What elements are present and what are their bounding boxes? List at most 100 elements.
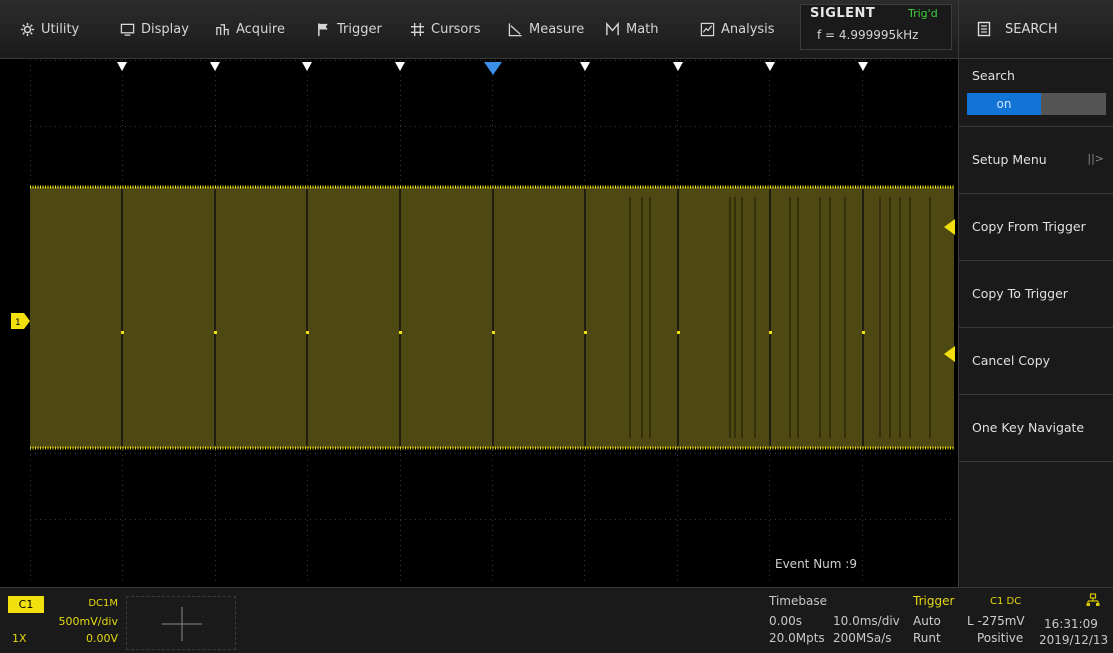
menu-analysis-label: Analysis	[721, 22, 775, 37]
trigger-box[interactable]: Trigger C1 DC Auto L -275mV Runt Positiv…	[910, 590, 1035, 652]
cancel-copy-button[interactable]: Cancel Copy	[959, 328, 1113, 395]
event-marker	[302, 62, 312, 71]
one-key-navigate-button[interactable]: One Key Navigate	[959, 395, 1113, 462]
ch1-coupling: DC1M	[88, 598, 118, 609]
event-marker	[580, 62, 590, 71]
menu-cursors-label: Cursors	[431, 22, 481, 37]
menu-acquire[interactable]: Acquire	[215, 0, 285, 59]
menu-trigger-label: Trigger	[337, 22, 382, 37]
ch1-probe: 1X	[12, 632, 27, 645]
search-event-markers	[117, 62, 868, 75]
memory-depth: 20.0Mpts	[769, 631, 825, 645]
copy-from-trigger-button[interactable]: Copy From Trigger	[959, 194, 1113, 261]
search-side-panel: SEARCH Search on Setup Menu ||> Copy Fro…	[958, 0, 1113, 587]
menu-bar: Utility Display Acquire Trigger Cursors …	[0, 0, 958, 59]
frequency-readout: f = 4.999995kHz	[817, 28, 919, 42]
ch1-badge: C1	[8, 596, 44, 613]
event-marker	[765, 62, 775, 71]
runt-pulse-dot	[214, 331, 217, 334]
runt-pulse-dot	[492, 331, 495, 334]
runt-pulse-dot	[306, 331, 309, 334]
runt-pulse-dot	[399, 331, 402, 334]
timebase-delay: 0.00s	[769, 614, 802, 628]
panel-header: SEARCH	[959, 0, 1113, 59]
trigger-title: Trigger	[913, 594, 955, 608]
menu-analysis[interactable]: Analysis	[700, 0, 775, 59]
search-toggle[interactable]: on	[967, 93, 1106, 115]
measure-icon	[508, 23, 522, 37]
gear-icon	[20, 22, 35, 37]
trace-envelope	[30, 187, 954, 448]
ch1-marker-text: 1	[15, 318, 21, 328]
menu-display[interactable]: Display	[120, 0, 189, 59]
event-marker	[858, 62, 868, 71]
timebase-box[interactable]: Timebase 0.00s 10.0ms/div 20.0Mpts 200MS…	[765, 590, 910, 652]
clock-box: 16:31:09 2019/12/13	[1038, 590, 1113, 652]
one-key-navigate-label: One Key Navigate	[972, 420, 1085, 435]
trigger-status: Trig'd	[908, 7, 938, 20]
brand-logo: SIGLENT	[810, 6, 876, 21]
menu-utility-label: Utility	[41, 22, 80, 37]
trigger-level: L -275mV	[967, 614, 1025, 628]
network-icon	[1086, 593, 1100, 606]
sample-rate: 200MSa/s	[833, 631, 892, 645]
ch1-trace	[30, 185, 954, 450]
menu-cursors[interactable]: Cursors	[410, 0, 481, 59]
copy-to-trigger-label: Copy To Trigger	[972, 286, 1068, 301]
ch1-vertical-scale: 500mV/div	[58, 615, 119, 628]
waveform-display[interactable]	[30, 60, 954, 584]
menu-measure[interactable]: Measure	[508, 0, 584, 59]
cancel-copy-label: Cancel Copy	[972, 353, 1051, 368]
ch1-offset-marker[interactable]: 1	[11, 313, 31, 329]
brand-status-box: SIGLENT Trig'd f = 4.999995kHz	[800, 4, 952, 50]
timebase-title: Timebase	[769, 594, 827, 608]
clock-time: 16:31:09	[1044, 617, 1098, 631]
status-bar: C1 DC1M 500mV/div 1X 0.00V Timebase 0.00…	[0, 587, 1113, 653]
document-icon	[977, 21, 991, 37]
add-channel-button[interactable]	[126, 596, 236, 650]
trigger-type: Runt	[913, 631, 941, 645]
runt-pulse-dot	[584, 331, 587, 334]
setup-menu-button[interactable]: Setup Menu ||>	[959, 127, 1113, 194]
search-toggle-button[interactable]: Search on	[959, 60, 1113, 127]
menu-measure-label: Measure	[529, 22, 585, 37]
setup-menu-label: Setup Menu	[972, 152, 1047, 167]
panel-title: SEARCH	[1005, 21, 1058, 37]
menu-display-label: Display	[141, 22, 189, 37]
analysis-icon	[700, 22, 715, 37]
monitor-icon	[120, 23, 135, 36]
menu-trigger[interactable]: Trigger	[316, 0, 382, 59]
search-on-state: on	[967, 93, 1041, 115]
trigger-polarity: Positive	[977, 631, 1024, 645]
trigger-level-marker-lower	[944, 346, 955, 362]
event-marker	[673, 62, 683, 71]
plus-icon	[162, 607, 202, 641]
menu-acquire-label: Acquire	[236, 22, 285, 37]
event-count: Event Num :9	[775, 557, 857, 571]
trigger-mode: Auto	[913, 614, 941, 628]
event-marker	[395, 62, 405, 71]
acquire-icon	[216, 24, 229, 36]
current-event-marker	[484, 62, 502, 75]
copy-from-trigger-label: Copy From Trigger	[972, 219, 1086, 234]
runt-pulse-dot	[677, 331, 680, 334]
ch1-settings-box[interactable]: C1 DC1M 500mV/div 1X 0.00V	[8, 596, 120, 650]
copy-to-trigger-button[interactable]: Copy To Trigger	[959, 261, 1113, 328]
search-label: Search	[972, 68, 1015, 83]
event-marker	[117, 62, 127, 71]
runt-pulse-dot	[862, 331, 865, 334]
flag-icon	[318, 23, 328, 37]
menu-math[interactable]: Math	[605, 0, 659, 59]
runt-pulse-dot	[769, 331, 772, 334]
waveform-grid	[30, 60, 954, 584]
trigger-level-marker-upper	[944, 219, 955, 235]
ch1-offset: 0.00V	[85, 632, 118, 645]
menu-math-label: Math	[626, 22, 659, 37]
submenu-arrow-icon: ||>	[1087, 152, 1104, 165]
runt-pulse-dot	[121, 331, 124, 334]
trigger-source: C1 DC	[990, 596, 1022, 607]
event-marker	[210, 62, 220, 71]
cursors-icon	[410, 22, 425, 37]
clock-date: 2019/12/13	[1039, 633, 1109, 647]
menu-utility[interactable]: Utility	[20, 0, 79, 59]
